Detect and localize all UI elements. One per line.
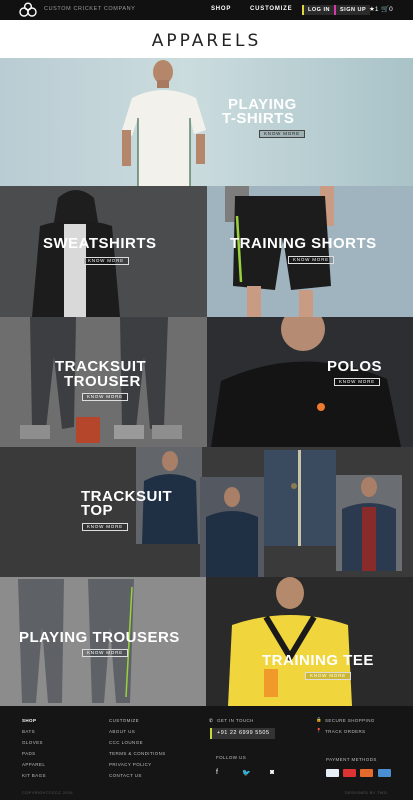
tile-title: PLAYING TROUSERS <box>19 629 180 646</box>
tile-title: TRAINING TEE <box>262 652 374 669</box>
copyright-text: COPYRIGHT©CCC 2016 <box>22 790 73 795</box>
designed-by-text: DESIGNED BY TWO <box>345 790 388 795</box>
page-title: APPARELS <box>0 20 413 58</box>
know-more-button[interactable]: KNOW MORE <box>259 130 305 138</box>
know-more-button[interactable]: KNOW MORE <box>334 378 380 386</box>
facebook-icon[interactable]: f <box>216 769 218 776</box>
know-more-button[interactable]: KNOW MORE <box>305 672 351 680</box>
phone-icon: ✆ <box>209 718 214 723</box>
pin-icon: 📍 <box>316 728 323 733</box>
tile-title: TRAINING SHORTS <box>230 235 377 252</box>
model-yellow-tee-image <box>228 577 352 706</box>
signup-button[interactable]: SIGN UP <box>334 5 371 15</box>
tile-playing-tshirts[interactable]: PLAYING T-SHIRTS KNOW MORE <box>0 58 413 186</box>
footer-privacy-link[interactable]: PRIVACY POLICY <box>109 762 152 767</box>
tile-title: POLOS <box>327 358 383 375</box>
tile-title: SWEATSHIRTS <box>43 235 157 252</box>
tile-sweatshirts[interactable]: SWEATSHIRTS KNOW MORE <box>0 186 207 317</box>
footer-gloves-link[interactable]: GLOVES <box>22 740 43 745</box>
tile-title-line2: TOP <box>81 502 114 519</box>
lock-icon: 🔒 <box>316 717 323 722</box>
phone-number[interactable]: +91 22 6999 5505 <box>210 728 275 739</box>
payment-methods-label: PAYMENT METHODS <box>326 757 377 762</box>
footer-shop-link[interactable]: SHOP <box>22 718 36 723</box>
tile-training-shorts[interactable]: TRAINING SHORTS KNOW MORE <box>207 186 413 317</box>
site-footer: SHOP BATS GLOVES PADS APPAREL KIT BAGS C… <box>0 706 413 800</box>
know-more-button[interactable]: KNOW MORE <box>82 649 128 657</box>
know-more-button[interactable]: KNOW MORE <box>82 393 128 401</box>
tile-playing-trousers[interactable]: PLAYING TROUSERS KNOW MORE <box>0 577 206 706</box>
model-white-tshirt-image <box>122 60 206 186</box>
know-more-button[interactable]: KNOW MORE <box>83 257 129 265</box>
secure-shopping-label: SECURE SHOPPING <box>325 718 375 723</box>
footer-apparel-link[interactable]: APPAREL <box>22 762 45 767</box>
nav-shop-link[interactable]: SHOP <box>211 6 231 12</box>
get-in-touch-label: GET IN TOUCH <box>217 718 254 723</box>
cart-icon[interactable]: 🛒0 <box>381 5 393 13</box>
tile-title-line2: T-SHIRTS <box>222 110 295 127</box>
follow-us-label: FOLLOW US <box>216 755 247 760</box>
maestro-card-icon <box>360 769 373 777</box>
instagram-icon[interactable]: ◙ <box>270 769 274 776</box>
footer-terms-link[interactable]: TERMS & CONDITIONS <box>109 751 166 756</box>
photo-tracksuit-zip <box>200 477 264 577</box>
top-navigation-bar: CUSTOM CRICKET COMPANY SHOP CUSTOMIZE LO… <box>0 0 413 20</box>
footer-contact-link[interactable]: CONTACT US <box>109 773 142 778</box>
wishlist-icon[interactable]: ★1 <box>369 5 378 13</box>
tile-title-line2: TROUSER <box>64 373 141 390</box>
tile-polos[interactable]: POLOS KNOW MORE <box>207 317 413 447</box>
footer-bats-link[interactable]: BATS <box>22 729 35 734</box>
photo-tracksuit-open <box>336 475 402 571</box>
mastercard-icon <box>343 769 356 777</box>
twitter-icon[interactable]: 🐦 <box>242 769 251 777</box>
tile-tracksuit-trouser[interactable]: TRACKSUIT TROUSER KNOW MORE <box>0 317 207 447</box>
footer-kitbags-link[interactable]: KIT BAGS <box>22 773 46 778</box>
know-more-button[interactable]: KNOW MORE <box>288 256 334 264</box>
tile-training-tee[interactable]: TRAINING TEE KNOW MORE <box>206 577 413 706</box>
tile-tracksuit-top[interactable]: TRACKSUIT TOP KNOW MORE <box>0 447 413 577</box>
model-polo-image <box>211 317 401 447</box>
login-button[interactable]: LOG IN <box>302 5 334 15</box>
footer-lounge-link[interactable]: CCC LOUNGE <box>109 740 143 745</box>
visa-card-icon <box>326 769 339 777</box>
footer-pads-link[interactable]: PADS <box>22 751 36 756</box>
nav-customize-link[interactable]: CUSTOMIZE <box>250 6 292 12</box>
photo-tracksuit-closeup <box>264 450 336 546</box>
footer-customize-link[interactable]: CUSTOMIZE <box>109 718 139 723</box>
know-more-button[interactable]: KNOW MORE <box>82 523 128 531</box>
footer-about-link[interactable]: ABOUT US <box>109 729 135 734</box>
company-name: CUSTOM CRICKET COMPANY <box>44 6 136 12</box>
tile-title-line1: TRACKSUIT <box>55 358 147 375</box>
ccc-logo-icon[interactable] <box>18 2 38 18</box>
track-orders-link[interactable]: TRACK ORDERS <box>325 729 366 734</box>
amex-card-icon <box>378 769 391 777</box>
